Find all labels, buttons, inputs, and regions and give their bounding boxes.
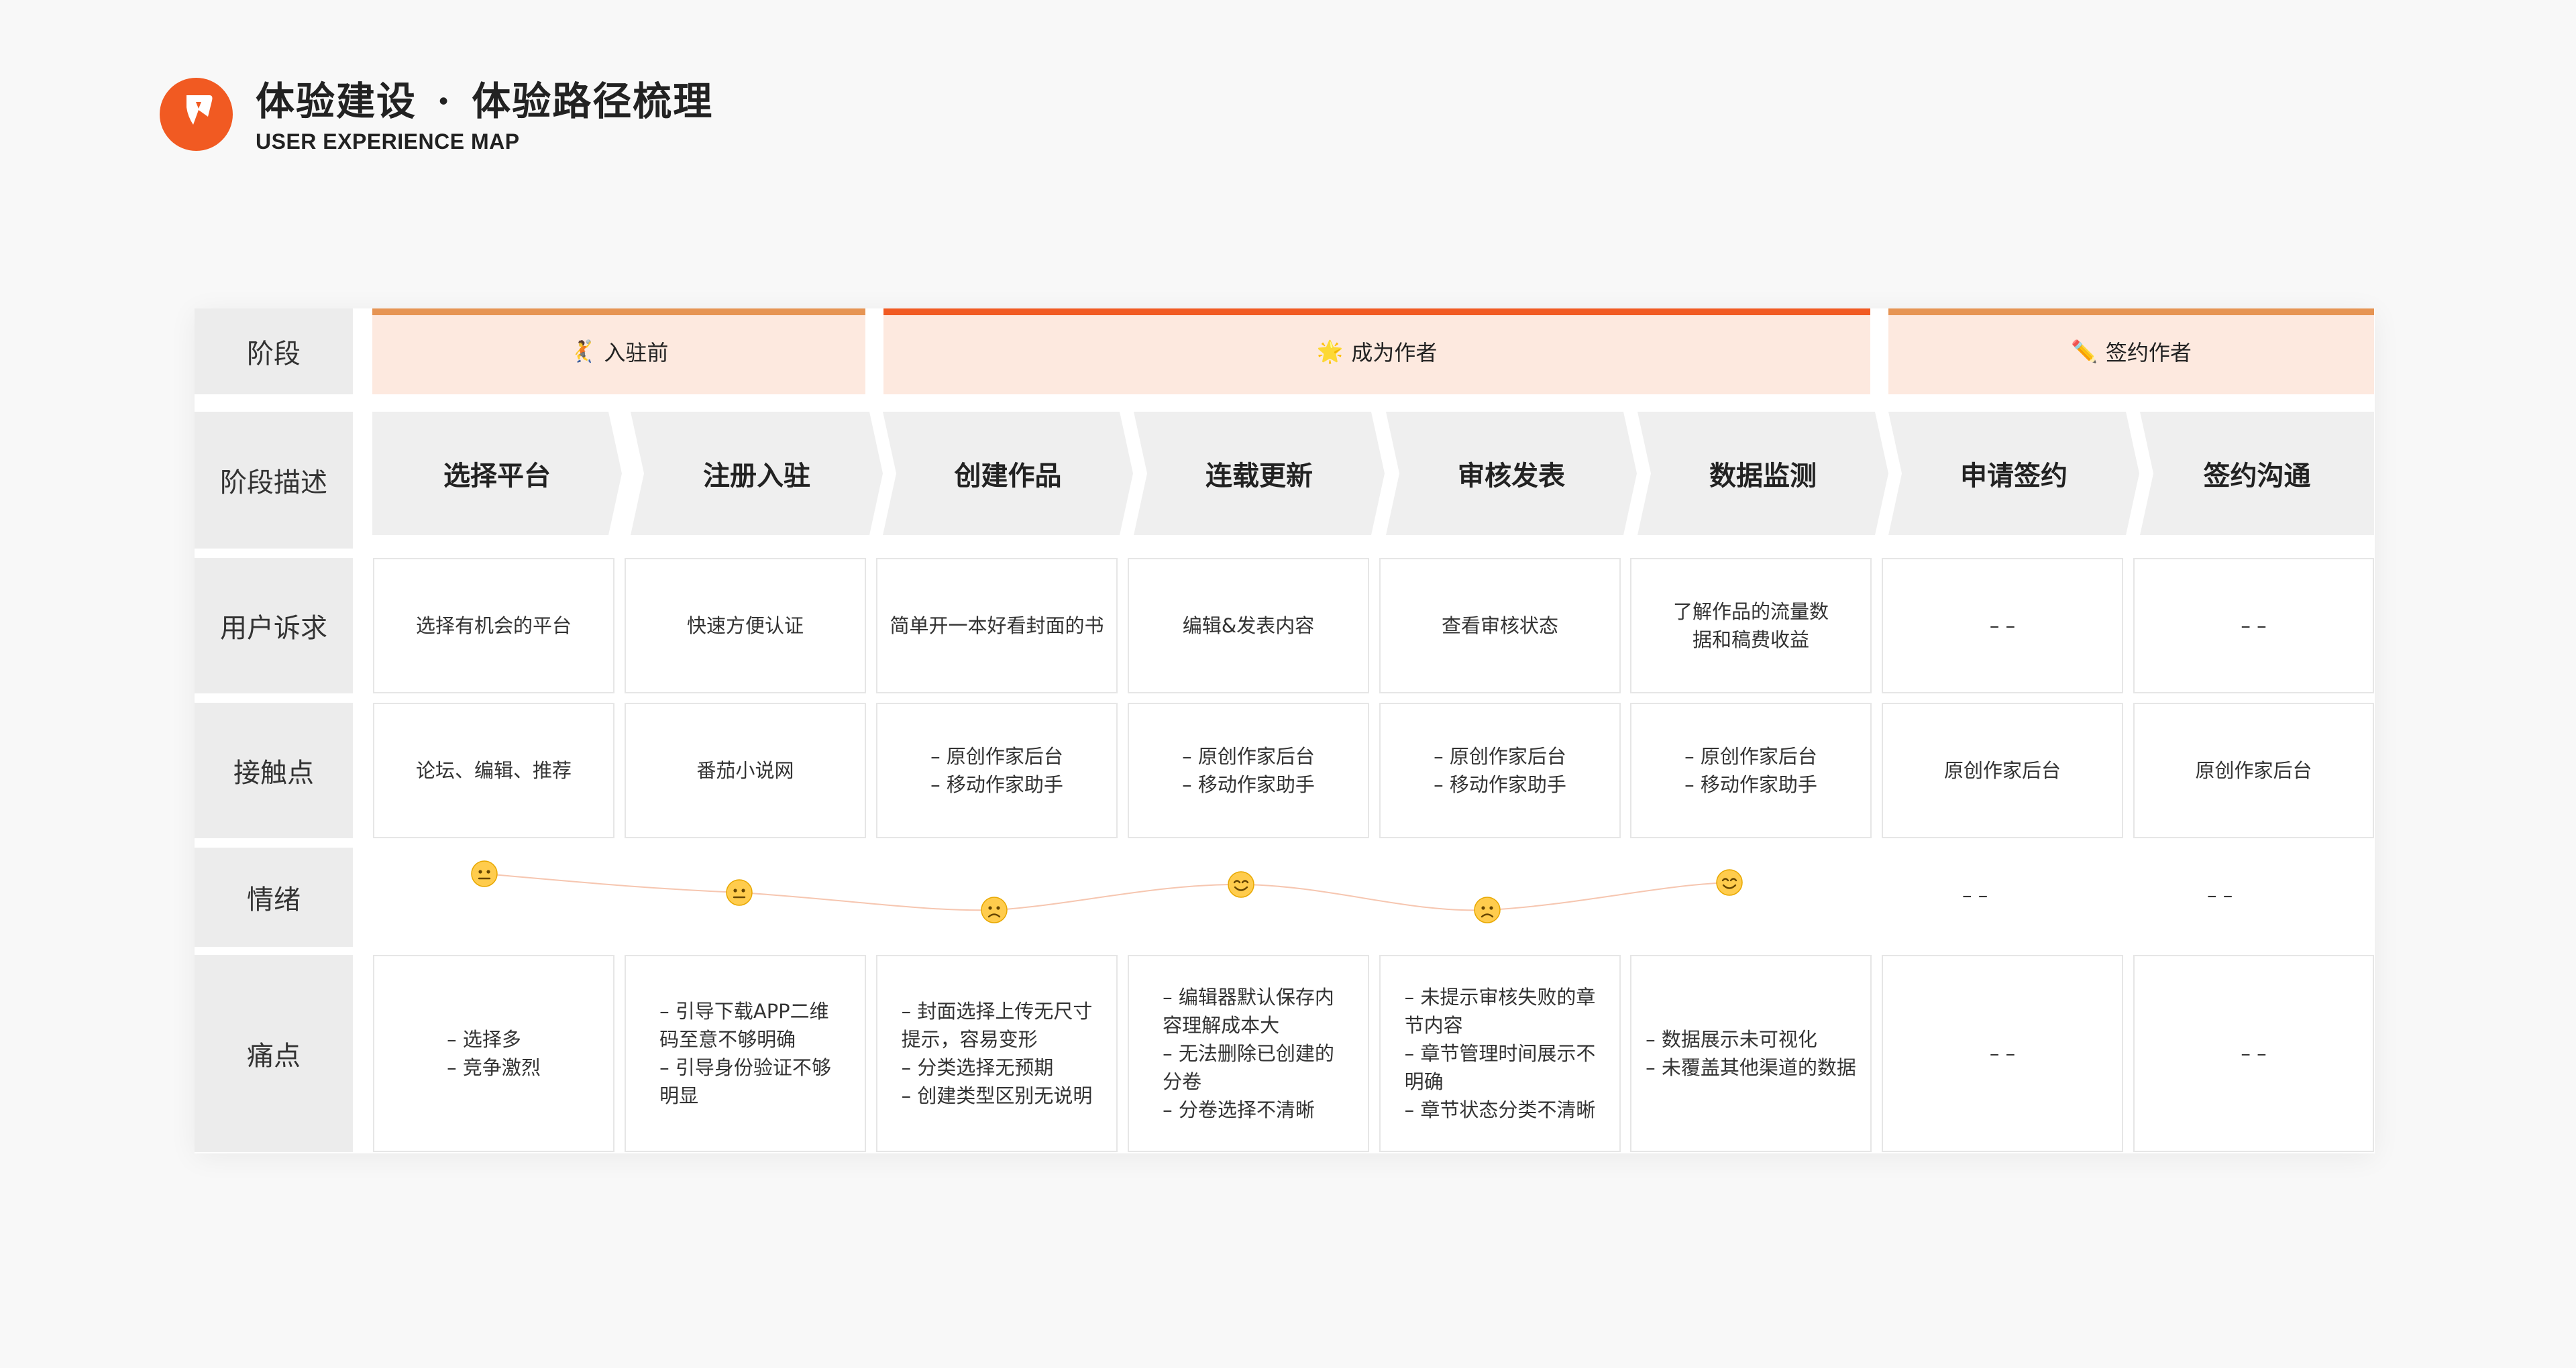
emotion-empty: – – (1962, 884, 1988, 907)
emotion-empty: – – (2207, 884, 2233, 907)
pain-point-cell: – 引导下载APP二维 码至意不够明确 – 引导身份验证不够 明显 (625, 955, 866, 1152)
pain-point-cell: – – (2133, 955, 2374, 1152)
slightly-frowning-face-icon (1474, 897, 1501, 923)
pain-point-cell: – – (1882, 955, 2123, 1152)
experience-map-page: 体验建设 · 体验路径梳理 USER EXPERIENCE MAP 阶段 阶段描述 … (0, 0, 2576, 1368)
pain-point-cell: – 选择多 – 竞争激烈 (373, 955, 614, 1152)
pain-point-cell: – 编辑器默认保存内 容理解成本大 – 无法删除已创建的 分卷 – 分卷选择不清晰 (1128, 955, 1369, 1152)
pain-point-cell: – 封面选择上传无尺寸 提示，容易变形 – 分类选择无预期 – 创建类型区别无说明 (876, 955, 1118, 1152)
pain-point-cell: – 未提示审核失败的章 节内容 – 章节管理时间展示不 明确 – 章节状态分类不清晰 (1379, 955, 1621, 1152)
smiling-face-icon (1716, 869, 1743, 896)
neutral-face-icon (726, 879, 753, 906)
neutral-face-icon (471, 860, 498, 887)
slightly-frowning-face-icon (981, 897, 1008, 923)
pain-point-cell: – 数据展示未可视化 – 未覆盖其他渠道的数据 (1630, 955, 1872, 1152)
emotion-curve (484, 873, 1730, 911)
smiling-face-icon (1228, 871, 1254, 898)
